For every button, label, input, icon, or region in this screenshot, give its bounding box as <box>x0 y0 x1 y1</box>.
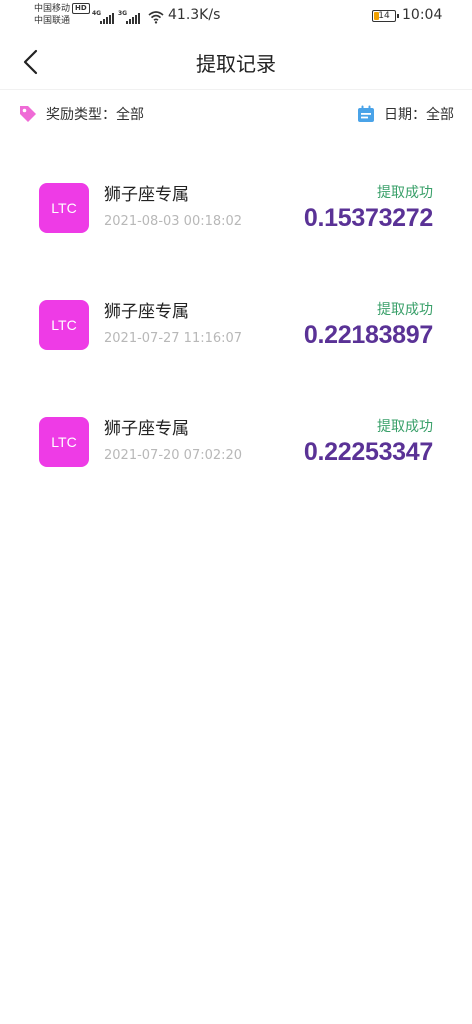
date-label: 日期：全部 <box>384 107 454 123</box>
status-badge: 提取成功 <box>377 302 433 318</box>
carrier-info: 中国移动 HD 中国联通 <box>34 3 90 27</box>
list-item[interactable]: LTC 狮子座专属 2021-07-27 11:16:07 提取成功 0.221… <box>0 267 472 384</box>
tag-icon <box>20 106 36 122</box>
wifi-icon <box>148 11 164 24</box>
hd-badge: HD <box>72 3 90 14</box>
signal-icon: 4G <box>92 10 114 24</box>
carrier-1: 中国移动 <box>34 4 71 14</box>
list-item[interactable]: LTC 狮子座专属 2021-08-03 00:18:02 提取成功 0.153… <box>0 150 472 267</box>
coin-icon: LTC <box>39 300 89 350</box>
record-name: 狮子座专属 <box>104 302 189 322</box>
record-date: 2021-07-27 11:16:07 <box>104 331 243 346</box>
page-title: 提取记录 <box>196 52 276 76</box>
record-amount: 0.22253347 <box>303 438 433 466</box>
signal-2-tag: 3G <box>118 10 128 17</box>
coin-icon: LTC <box>39 183 89 233</box>
record-amount: 0.15373272 <box>303 204 433 232</box>
calendar-icon <box>358 105 374 122</box>
net-speed: 41.3K/s <box>168 7 221 23</box>
record-date: 2021-08-03 00:18:02 <box>104 214 243 229</box>
signal-icon: 3G <box>118 10 140 24</box>
battery-level: 14 <box>378 11 390 21</box>
filter-bar: 奖励类型：全部 日期：全部 <box>0 96 472 136</box>
list-item[interactable]: LTC 狮子座专属 2021-07-20 07:02:20 提取成功 0.222… <box>0 384 472 501</box>
nav-header: 提取记录 <box>0 34 472 90</box>
carrier-2: 中国联通 <box>34 16 71 26</box>
status-bar: 中国移动 HD 中国联通 4G 3G 41.3K/s 14 10:04 <box>0 0 472 34</box>
signal-indicators: 4G 3G <box>92 8 164 24</box>
signal-1-tag: 4G <box>92 10 102 17</box>
reward-type-label: 奖励类型：全部 <box>46 107 144 123</box>
record-amount: 0.22183897 <box>303 321 433 349</box>
status-badge: 提取成功 <box>377 185 433 201</box>
record-date: 2021-07-20 07:02:20 <box>104 448 243 463</box>
battery-icon: 14 <box>372 10 399 22</box>
record-list: LTC 狮子座专属 2021-08-03 00:18:02 提取成功 0.153… <box>0 150 472 501</box>
reward-type-filter[interactable]: 奖励类型：全部 <box>18 104 144 124</box>
coin-icon: LTC <box>39 417 89 467</box>
record-name: 狮子座专属 <box>104 419 189 439</box>
clock: 10:04 <box>402 7 443 23</box>
record-name: 狮子座专属 <box>104 185 189 205</box>
date-filter[interactable]: 日期：全部 <box>356 104 454 124</box>
status-badge: 提取成功 <box>377 419 433 435</box>
